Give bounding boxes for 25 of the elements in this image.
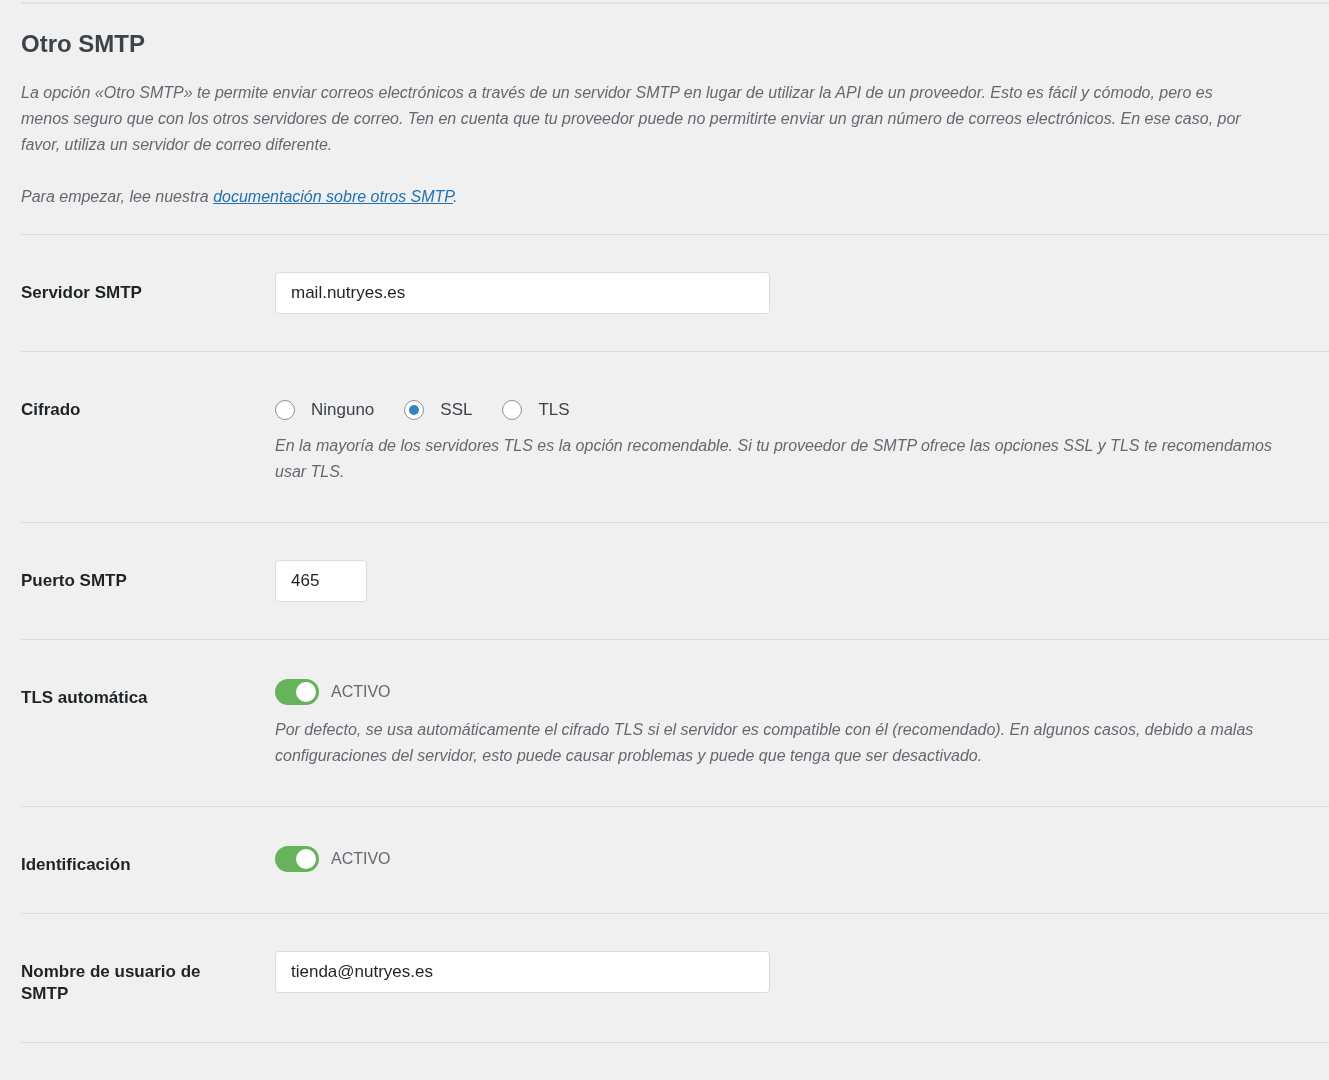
section-description: La opción «Otro SMTP» te permite enviar correos electrónicos a través de un servidor SMTP en lugar de utilizar la API de un proveedor. Esto es fácil y cómodo, pero es menos seguro que con los otros servidores de correo. Ten en cuenta que tu proveedor puede no permitirte enviar un gran número de correos electrónicos. En ese caso, por favor, utiliza un servidor de correo diferente. [21, 83, 1241, 155]
field-label: Cifrado [21, 399, 82, 421]
number-field[interactable]: 465 [275, 560, 367, 602]
field-label: Servidor SMTP [21, 282, 143, 304]
field-label: Nombre de usuario de SMTP [21, 961, 202, 1005]
intro-text: Para empezar, lee nuestra documentación sobre otros SMTP. [21, 187, 459, 207]
radio-button[interactable] [275, 400, 295, 420]
toggle-state: ACTIVO [331, 683, 391, 701]
toggle-switch[interactable] [275, 846, 319, 872]
field-hint: En la mayoría de los servidores TLS es la opción recomendable. Si tu proveedor de SMTP ofrece las opciones SSL y TLS te recomendamos usar TLS. [275, 436, 1273, 482]
field-label: TLS automática [21, 687, 149, 709]
radio-option[interactable]: TLS [502, 400, 570, 420]
radio-option[interactable]: Ninguno [275, 400, 375, 420]
field-label: Puerto SMTP [21, 570, 128, 592]
radio-button[interactable] [502, 400, 523, 420]
text-field[interactable]: tienda@nutryes.es [275, 951, 770, 993]
toggle-state: ACTIVO [331, 850, 391, 868]
documentation-link[interactable]: documentación sobre otros SMTP [213, 188, 453, 205]
field-hint: Por defecto, se usa automáticamente el cifrado TLS si el servidor es compatible con él (recomendado). En algunos casos, debido a malas configuraciones del servidor, esto puede causar problemas y puede que tenga que ser desactivado. [275, 720, 1255, 766]
field-label: Identificación [21, 854, 132, 876]
radio-button[interactable] [404, 400, 425, 420]
section-title: Otro SMTP [21, 30, 146, 58]
radio-option[interactable]: SSL [404, 400, 473, 420]
toggle-switch[interactable] [275, 679, 319, 705]
text-field[interactable]: mail.nutryes.es [275, 272, 770, 314]
